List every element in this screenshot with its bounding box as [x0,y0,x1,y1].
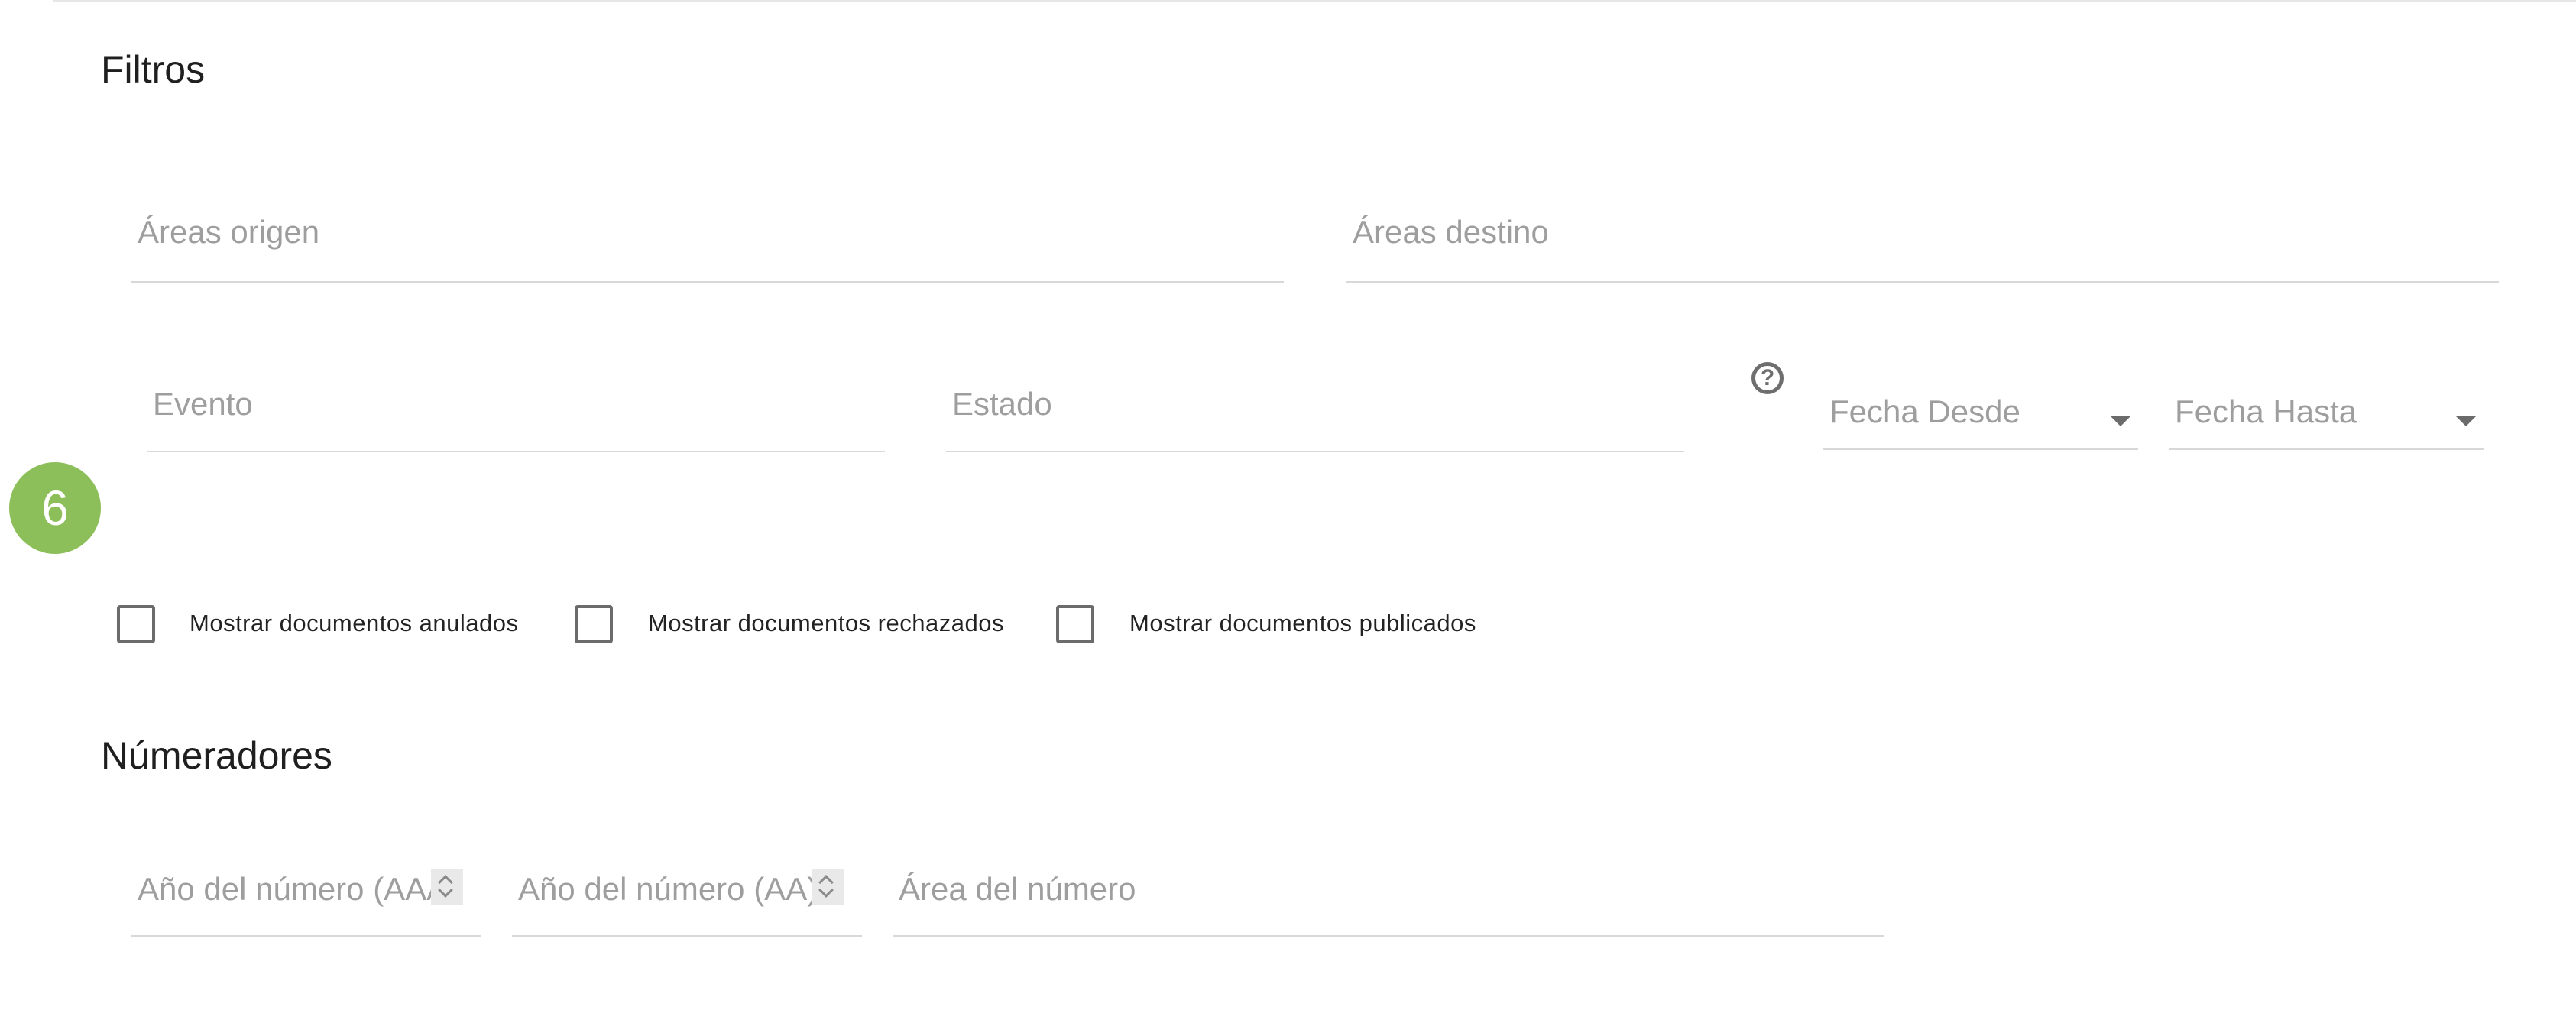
anio-aaaa-placeholder: Año del número (AAA [138,871,449,907]
evento-field[interactable]: Evento [147,371,885,452]
checkbox-rechazados-label[interactable]: Mostrar documentos rechazados [648,610,1004,637]
checkbox-anulados-label[interactable]: Mostrar documentos anulados [190,610,519,637]
chevron-down-icon[interactable] [2456,416,2476,426]
anio-aa-placeholder: Año del número (AA) [518,871,818,907]
number-stepper-icon[interactable] [812,869,844,905]
checkbox-publicados-label[interactable]: Mostrar documentos publicados [1129,610,1476,637]
fecha-desde-field[interactable]: Fecha Desde [1823,378,2138,450]
areas-destino-field[interactable]: Áreas destino [1346,199,2499,283]
checkbox-publicados[interactable] [1056,605,1094,643]
estado-field[interactable]: Estado [946,371,1684,452]
filters-title: Filtros [101,48,206,91]
fecha-desde-placeholder: Fecha Desde [1829,393,2020,429]
fecha-hasta-placeholder: Fecha Hasta [2175,393,2357,429]
checkbox-anulados[interactable] [117,605,155,643]
help-icon[interactable]: ? [1751,362,1784,394]
numeradores-title: Númeradores [101,734,332,777]
number-stepper-icon[interactable] [431,869,463,905]
area-numero-placeholder: Área del número [899,871,1136,907]
checkbox-rechazados[interactable] [575,605,613,643]
areas-origen-field[interactable]: Áreas origen [131,199,1284,283]
estado-placeholder: Estado [952,386,1052,422]
areas-origen-placeholder: Áreas origen [138,214,320,250]
areas-destino-placeholder: Áreas destino [1353,214,1549,250]
anio-aa-field[interactable]: Año del número (AA) [512,856,862,937]
step-badge: 6 [9,462,101,554]
evento-placeholder: Evento [153,386,253,422]
anio-aaaa-field[interactable]: Año del número (AAA [131,856,481,937]
chevron-down-icon[interactable] [2111,416,2130,426]
fecha-hasta-field[interactable]: Fecha Hasta [2169,378,2484,450]
top-divider [53,0,2576,2]
area-numero-field[interactable]: Área del número [893,856,1884,937]
